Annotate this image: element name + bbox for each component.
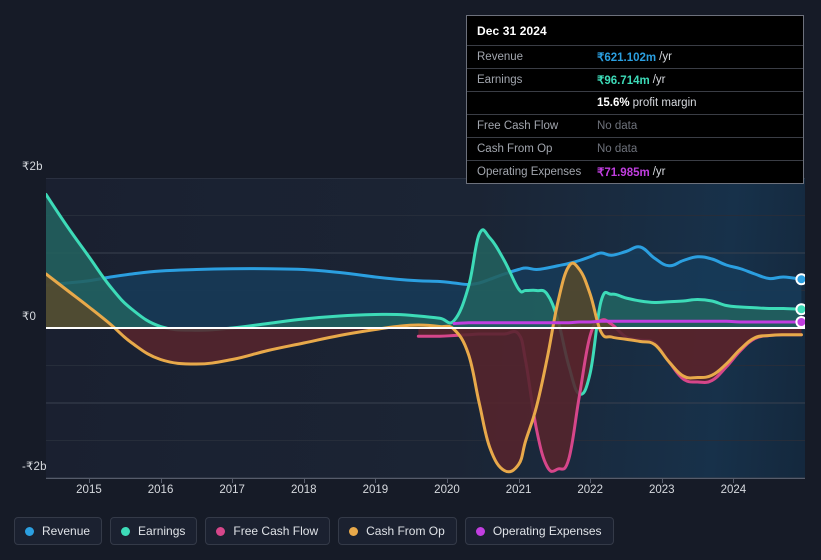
x-axis-tick	[733, 478, 735, 483]
tooltip-row-suffix: /yr	[652, 166, 666, 178]
tooltip-rows: Revenue ₹621.102m/yr Earnings ₹96.714m/yr 15…	[467, 45, 803, 183]
x-axis-tick	[160, 478, 162, 483]
tooltip-row-value: No data	[597, 120, 638, 132]
tooltip-row: Revenue ₹621.102m/yr	[467, 45, 803, 68]
hover-tooltip: Dec 31 2024 Revenue ₹621.102m/yr Earnings ₹…	[466, 15, 804, 184]
legend-item-label: Revenue	[42, 524, 91, 538]
tooltip-row-label: Earnings	[477, 74, 523, 86]
chart-plot-svg	[46, 178, 805, 478]
series-endpoint-marker	[796, 274, 805, 284]
x-axis-tick	[661, 478, 663, 483]
y-axis-label-zero: ₹0	[22, 311, 37, 323]
x-axis-label: 2017	[219, 484, 245, 496]
x-axis-label: 2019	[362, 484, 389, 496]
tooltip-row-value: ₹96.714m	[597, 75, 650, 87]
legend-item-label: Free Cash Flow	[233, 524, 319, 538]
legend-item-cash-from-op[interactable]: Cash From Op	[338, 517, 457, 545]
x-axis-tick	[88, 478, 90, 483]
x-axis-label: 2020	[434, 484, 460, 496]
x-axis-label: 2023	[648, 484, 675, 496]
x-axis-tick	[446, 478, 448, 483]
legend-color-dot-icon	[216, 526, 226, 536]
legend-color-dot-icon	[349, 526, 359, 536]
chart-legend: Revenue Earnings Free Cash Flow Cash From O…	[14, 517, 614, 545]
legend-color-dot-icon	[475, 526, 485, 536]
tooltip-row-label: Revenue	[477, 51, 524, 63]
legend-item-free-cash-flow[interactable]: Free Cash Flow	[205, 517, 331, 545]
tooltip-row-value: 15.6%	[597, 97, 630, 109]
legend-item-operating-expenses[interactable]: Operating Expenses	[464, 517, 614, 545]
y-axis-label-top: ₹2b	[22, 161, 43, 173]
tooltip-date: Dec 31 2024	[477, 24, 547, 38]
financial-chart[interactable]	[46, 178, 805, 478]
tooltip-row: Operating Expenses ₹71.985m/yr	[467, 160, 803, 183]
x-axis-tick	[232, 478, 234, 483]
tooltip-row: Free Cash Flow No data	[467, 114, 803, 137]
tooltip-row-value: ₹621.102m	[597, 52, 657, 64]
tooltip-row-suffix: profit margin	[632, 97, 697, 109]
series-endpoint-marker	[796, 304, 805, 314]
tooltip-row: 15.6% profit margin	[467, 91, 803, 114]
legend-item-label: Cash From Op	[366, 524, 445, 538]
legend-item-earnings[interactable]: Earnings	[110, 517, 198, 545]
x-axis-label: 2024	[720, 484, 747, 496]
tooltip-row-suffix: /yr	[659, 51, 672, 63]
tooltip-row: Cash From Op No data	[467, 137, 803, 160]
x-axis-label: 2022	[577, 484, 603, 496]
legend-color-dot-icon	[121, 526, 131, 536]
x-axis-label: 2018	[290, 484, 317, 496]
tooltip-row-suffix: /yr	[652, 74, 666, 86]
legend-item-label: Operating Expenses	[492, 524, 602, 538]
legend-item-label: Earnings	[138, 524, 186, 538]
x-axis-tick	[518, 478, 520, 483]
tooltip-row-value: No data	[597, 143, 638, 155]
series-endpoint-marker	[796, 317, 805, 327]
x-axis-label: 2016	[147, 484, 174, 496]
y-axis-label-bottom: -₹2b	[22, 461, 47, 473]
tooltip-row-label: Cash From Op	[477, 143, 553, 155]
x-axis-tick	[303, 478, 305, 483]
x-axis-tick	[590, 478, 592, 483]
tooltip-row-value: ₹71.985m	[597, 167, 650, 179]
legend-color-dot-icon	[25, 526, 34, 536]
tooltip-row: Earnings ₹96.714m/yr	[467, 68, 803, 91]
tooltip-row-label: Free Cash Flow	[477, 120, 559, 132]
x-axis-tick	[375, 478, 377, 483]
x-axis-label: 2021	[505, 484, 532, 496]
legend-item-revenue[interactable]: Revenue	[14, 517, 103, 545]
x-axis-label: 2015	[76, 484, 102, 496]
tooltip-row-label: Operating Expenses	[477, 166, 582, 178]
